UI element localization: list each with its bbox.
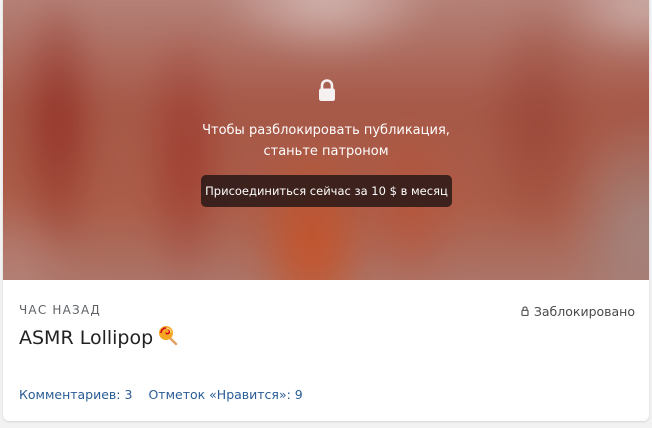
post-actions: Комментариев: 3 Отметок «Нравится»: 9 <box>19 387 303 402</box>
post-timestamp: ЧАС НАЗАД <box>19 303 101 317</box>
comments-link[interactable]: Комментариев: 3 <box>19 387 132 402</box>
unlock-message-line2: станьте патроном <box>263 144 389 159</box>
post-title[interactable]: ASMR Lollipop <box>19 324 179 351</box>
post-meta: ЧАС НАЗАД Заблокировано ASMR Lollipop Ко… <box>3 280 649 421</box>
unlock-message: Чтобы разблокировать публикация, станьте… <box>3 120 649 162</box>
locked-media-preview[interactable]: Чтобы разблокировать публикация, станьте… <box>3 0 649 280</box>
lollipop-icon <box>157 324 179 351</box>
locked-status: Заблокировано <box>521 304 635 319</box>
likes-link[interactable]: Отметок «Нравится»: 9 <box>148 387 302 402</box>
join-button[interactable]: Присоединиться сейчас за 10 $ в месяц <box>201 175 452 207</box>
post-card: Чтобы разблокировать публикация, станьте… <box>3 0 649 421</box>
unlock-message-line1: Чтобы разблокировать публикация, <box>202 123 450 138</box>
post-title-text: ASMR Lollipop <box>19 326 154 349</box>
locked-status-label: Заблокировано <box>533 304 635 319</box>
lock-icon <box>316 78 338 102</box>
small-lock-icon <box>521 304 529 319</box>
